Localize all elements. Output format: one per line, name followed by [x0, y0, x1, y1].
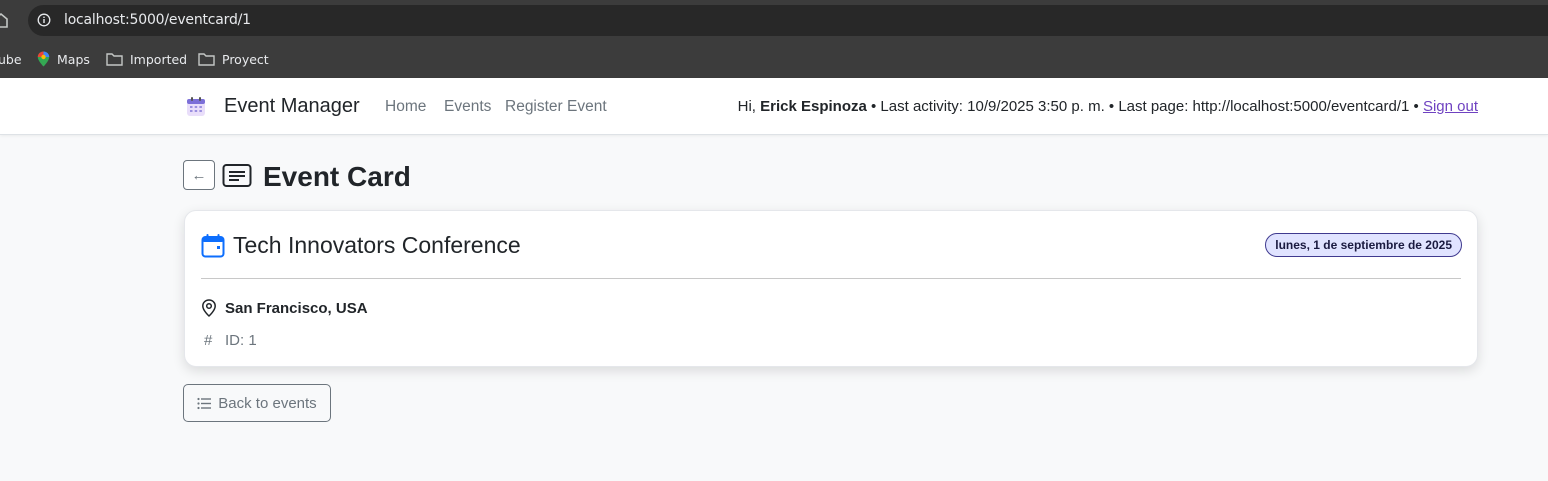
url-field[interactable]: [28, 5, 1548, 36]
back-arrow-icon: ←: [191, 166, 207, 184]
site-info-icon[interactable]: [37, 13, 51, 27]
folder-icon: [106, 53, 123, 66]
bookmark-youtube[interactable]: ube: [0, 50, 22, 68]
back-to-events-button[interactable]: Back to events: [183, 384, 331, 422]
event-id: ID: 1: [225, 332, 257, 349]
maps-icon: [37, 51, 50, 67]
url-text[interactable]: localhost:5000/eventcard/1: [64, 12, 251, 28]
bookmark-label: Proyect: [222, 51, 269, 67]
nav-events[interactable]: Events: [444, 98, 491, 116]
card-divider: [201, 278, 1461, 279]
bookmark-imported[interactable]: Imported: [106, 50, 187, 68]
app-navbar: Event Manager Home Events Register Event…: [0, 78, 1548, 135]
signout-link[interactable]: Sign out: [1423, 98, 1478, 115]
event-title: Tech Innovators Conference: [233, 232, 521, 258]
event-date-badge: lunes, 1 de septiembre de 2025: [1265, 233, 1462, 257]
calendar-brand-icon: [187, 97, 205, 116]
location-pin-icon: [202, 299, 216, 317]
brand-title[interactable]: Event Manager: [224, 95, 360, 118]
bookmark-label: Imported: [130, 51, 188, 67]
calendar-icon: [201, 234, 225, 258]
list-icon: [197, 397, 212, 409]
greeting: Hi,: [737, 98, 756, 115]
activity-info: • Last activity: 10/9/2025 3:50 p. m. • …: [871, 98, 1419, 115]
bookmarks-bar: ube Maps Imported Proyect: [0, 41, 1548, 78]
folder-icon: [198, 53, 215, 66]
nav-home[interactable]: Home: [385, 98, 426, 116]
home-icon[interactable]: [0, 12, 8, 28]
nav-register-event[interactable]: Register Event: [505, 98, 607, 116]
bookmark-maps[interactable]: Maps: [37, 50, 90, 68]
bookmark-label: ube: [0, 51, 22, 67]
user-name: Erick Espinoza: [760, 98, 867, 115]
event-card: Tech Innovators Conference lunes, 1 de s…: [184, 210, 1478, 367]
event-location: San Francisco, USA: [225, 300, 368, 317]
page-title: Event Card: [263, 161, 411, 192]
user-status: Hi, Erick Espinoza • Last activity: 10/9…: [738, 98, 1478, 115]
hash-icon: #: [204, 332, 213, 349]
bookmark-proyect[interactable]: Proyect: [198, 50, 269, 68]
bookmark-label: Maps: [57, 51, 90, 67]
card-text-icon: [222, 164, 252, 187]
back-button[interactable]: ←: [183, 160, 215, 190]
browser-address-bar: localhost:5000/eventcard/1: [0, 0, 1548, 41]
back-to-events-label: Back to events: [218, 394, 317, 412]
